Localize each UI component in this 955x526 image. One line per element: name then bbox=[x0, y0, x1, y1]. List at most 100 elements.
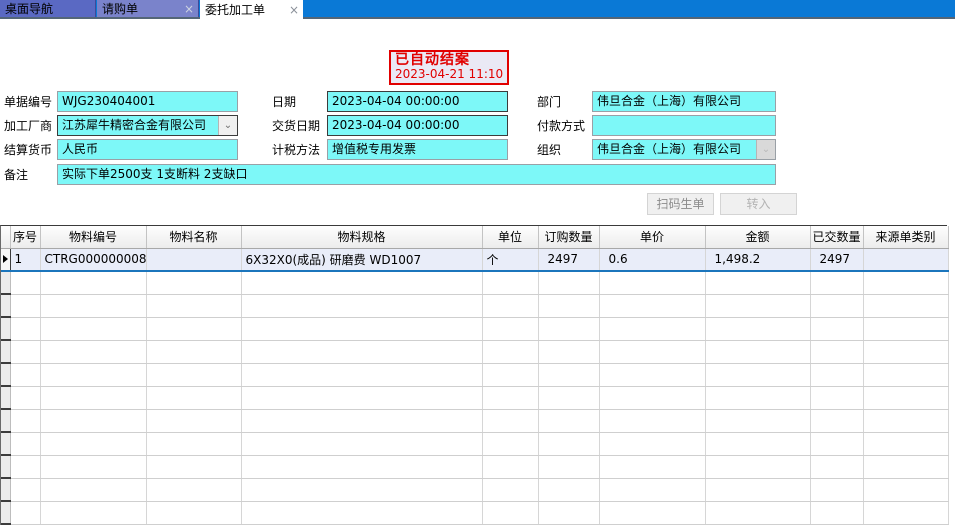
empty-row bbox=[1, 409, 948, 432]
cell bbox=[599, 478, 705, 501]
department-field[interactable]: 伟旦合金（上海）有限公司 bbox=[592, 91, 776, 112]
remark-field[interactable]: 实际下单2500支 1支断料 2支缺口 bbox=[57, 164, 776, 185]
column-header-7[interactable]: 单价 bbox=[599, 226, 705, 248]
payment-label: 付款方式 bbox=[537, 116, 585, 136]
currency-field[interactable]: 人民币 bbox=[57, 139, 238, 160]
cell bbox=[599, 363, 705, 386]
department-label: 部门 bbox=[537, 92, 561, 112]
cell bbox=[40, 294, 146, 317]
cell bbox=[705, 455, 810, 478]
cell bbox=[705, 294, 810, 317]
current-row-marker[interactable] bbox=[1, 248, 10, 271]
row-selector bbox=[1, 501, 10, 524]
organization-label: 组织 bbox=[537, 140, 561, 160]
cell bbox=[810, 455, 863, 478]
chevron-down-icon: ⌄ bbox=[756, 140, 775, 159]
cell bbox=[482, 363, 538, 386]
cell bbox=[146, 478, 241, 501]
auto-closed-stamp: 已自动结案 2023-04-21 11:10 bbox=[389, 50, 509, 85]
column-header-9[interactable]: 已交数量 bbox=[810, 226, 863, 248]
cell[interactable] bbox=[146, 248, 241, 271]
cell bbox=[241, 386, 482, 409]
column-header-4[interactable]: 物料规格 bbox=[241, 226, 482, 248]
cell[interactable]: 2497 bbox=[538, 248, 599, 271]
column-header-8[interactable]: 金额 bbox=[705, 226, 810, 248]
cell bbox=[538, 501, 599, 524]
column-header-10[interactable]: 来源单类别 bbox=[863, 226, 948, 248]
cell bbox=[599, 340, 705, 363]
cell bbox=[599, 294, 705, 317]
cell bbox=[538, 271, 599, 294]
cell bbox=[863, 478, 948, 501]
cell[interactable]: 个 bbox=[482, 248, 538, 271]
date-field[interactable]: 2023-04-04 00:00:00 bbox=[327, 91, 508, 112]
cell bbox=[705, 363, 810, 386]
cell bbox=[538, 340, 599, 363]
cell bbox=[599, 386, 705, 409]
cell bbox=[538, 363, 599, 386]
table-header: 序号物料编号物料名称物料规格单位订购数量单价金额已交数量来源单类别 bbox=[1, 226, 948, 248]
cell[interactable] bbox=[863, 248, 948, 271]
cell bbox=[482, 432, 538, 455]
column-header-2[interactable]: 物料编号 bbox=[40, 226, 146, 248]
cell bbox=[810, 317, 863, 340]
processor-combobox[interactable]: 江苏犀牛精密合金有限公司 ⌄ bbox=[57, 115, 238, 136]
cell bbox=[10, 432, 40, 455]
column-header-3[interactable]: 物料名称 bbox=[146, 226, 241, 248]
tab-desktop-nav[interactable]: 桌面导航 bbox=[0, 0, 96, 17]
close-icon[interactable]: × bbox=[178, 3, 194, 15]
doc-no-field[interactable]: WJG230404001 bbox=[57, 91, 238, 112]
cell bbox=[863, 386, 948, 409]
cell bbox=[241, 455, 482, 478]
delivery-date-label: 交货日期 bbox=[272, 116, 320, 136]
cell bbox=[863, 409, 948, 432]
close-icon[interactable]: × bbox=[283, 4, 299, 16]
chevron-down-icon[interactable]: ⌄ bbox=[218, 116, 237, 135]
transfer-button[interactable]: 转入 bbox=[720, 193, 797, 215]
cell bbox=[10, 363, 40, 386]
cell[interactable]: 1 bbox=[10, 248, 40, 271]
cell bbox=[599, 317, 705, 340]
column-header-1[interactable]: 序号 bbox=[10, 226, 40, 248]
cell bbox=[810, 432, 863, 455]
tax-method-field[interactable]: 增值税专用发票 bbox=[327, 139, 508, 160]
cell bbox=[705, 501, 810, 524]
cell[interactable]: 6X32X0(成品) 研磨费 WD1007 bbox=[241, 248, 482, 271]
column-header-6[interactable]: 订购数量 bbox=[538, 226, 599, 248]
empty-row bbox=[1, 478, 948, 501]
cell[interactable]: 1,498.2 bbox=[705, 248, 810, 271]
cell[interactable]: 2497 bbox=[810, 248, 863, 271]
row-selector bbox=[1, 363, 10, 386]
cell bbox=[10, 455, 40, 478]
cell bbox=[705, 340, 810, 363]
delivery-date-field[interactable]: 2023-04-04 00:00:00 bbox=[327, 115, 508, 136]
tab-purchase-request[interactable]: 请购单 × bbox=[97, 0, 199, 17]
cell bbox=[863, 501, 948, 524]
cell[interactable]: 0.6 bbox=[599, 248, 705, 271]
cell bbox=[538, 432, 599, 455]
cell bbox=[146, 363, 241, 386]
cell bbox=[538, 317, 599, 340]
organization-combobox[interactable]: 伟旦合金（上海）有限公司 ⌄ bbox=[592, 139, 776, 160]
cell bbox=[40, 340, 146, 363]
cell bbox=[10, 501, 40, 524]
cell bbox=[863, 294, 948, 317]
cell bbox=[146, 501, 241, 524]
table-row[interactable]: 1CTRG0000000086X32X0(成品) 研磨费 WD1007个2497… bbox=[1, 248, 948, 271]
cell bbox=[241, 363, 482, 386]
empty-row bbox=[1, 271, 948, 294]
column-header-5[interactable]: 单位 bbox=[482, 226, 538, 248]
cell bbox=[10, 271, 40, 294]
payment-field[interactable] bbox=[592, 115, 776, 136]
cell[interactable]: CTRG000000008 bbox=[40, 248, 146, 271]
tax-method-label: 计税方法 bbox=[272, 140, 320, 160]
cell bbox=[146, 271, 241, 294]
cell bbox=[146, 340, 241, 363]
cell bbox=[146, 409, 241, 432]
scan-create-button[interactable]: 扫码生单 bbox=[647, 193, 714, 215]
tab-commissioned-processing[interactable]: 委托加工单 × bbox=[200, 0, 303, 19]
cell bbox=[538, 386, 599, 409]
empty-row bbox=[1, 386, 948, 409]
cell bbox=[810, 340, 863, 363]
empty-row bbox=[1, 317, 948, 340]
